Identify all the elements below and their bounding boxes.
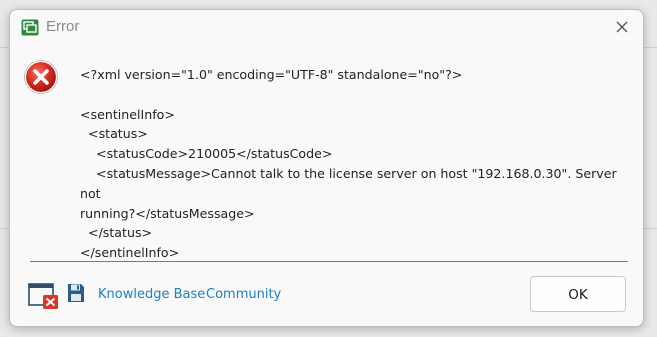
error-icon [24,60,58,94]
community-link[interactable]: Community [206,287,281,302]
window-title: Error [46,18,80,35]
knowledge-base-link[interactable]: Knowledge Base [98,287,205,302]
footer-divider [30,261,628,262]
error-dialog: Error <?xml version="1.0" encoding="UTF-… [9,9,644,327]
close-icon[interactable] [613,18,631,36]
app-window-icon [21,19,39,36]
error-message: <?xml version="1.0" encoding="UTF-8" sta… [80,67,617,261]
save-icon[interactable] [67,283,85,303]
title-bar: Error [10,10,643,44]
ok-button[interactable]: OK [530,276,626,312]
close-window-icon[interactable] [28,282,60,310]
